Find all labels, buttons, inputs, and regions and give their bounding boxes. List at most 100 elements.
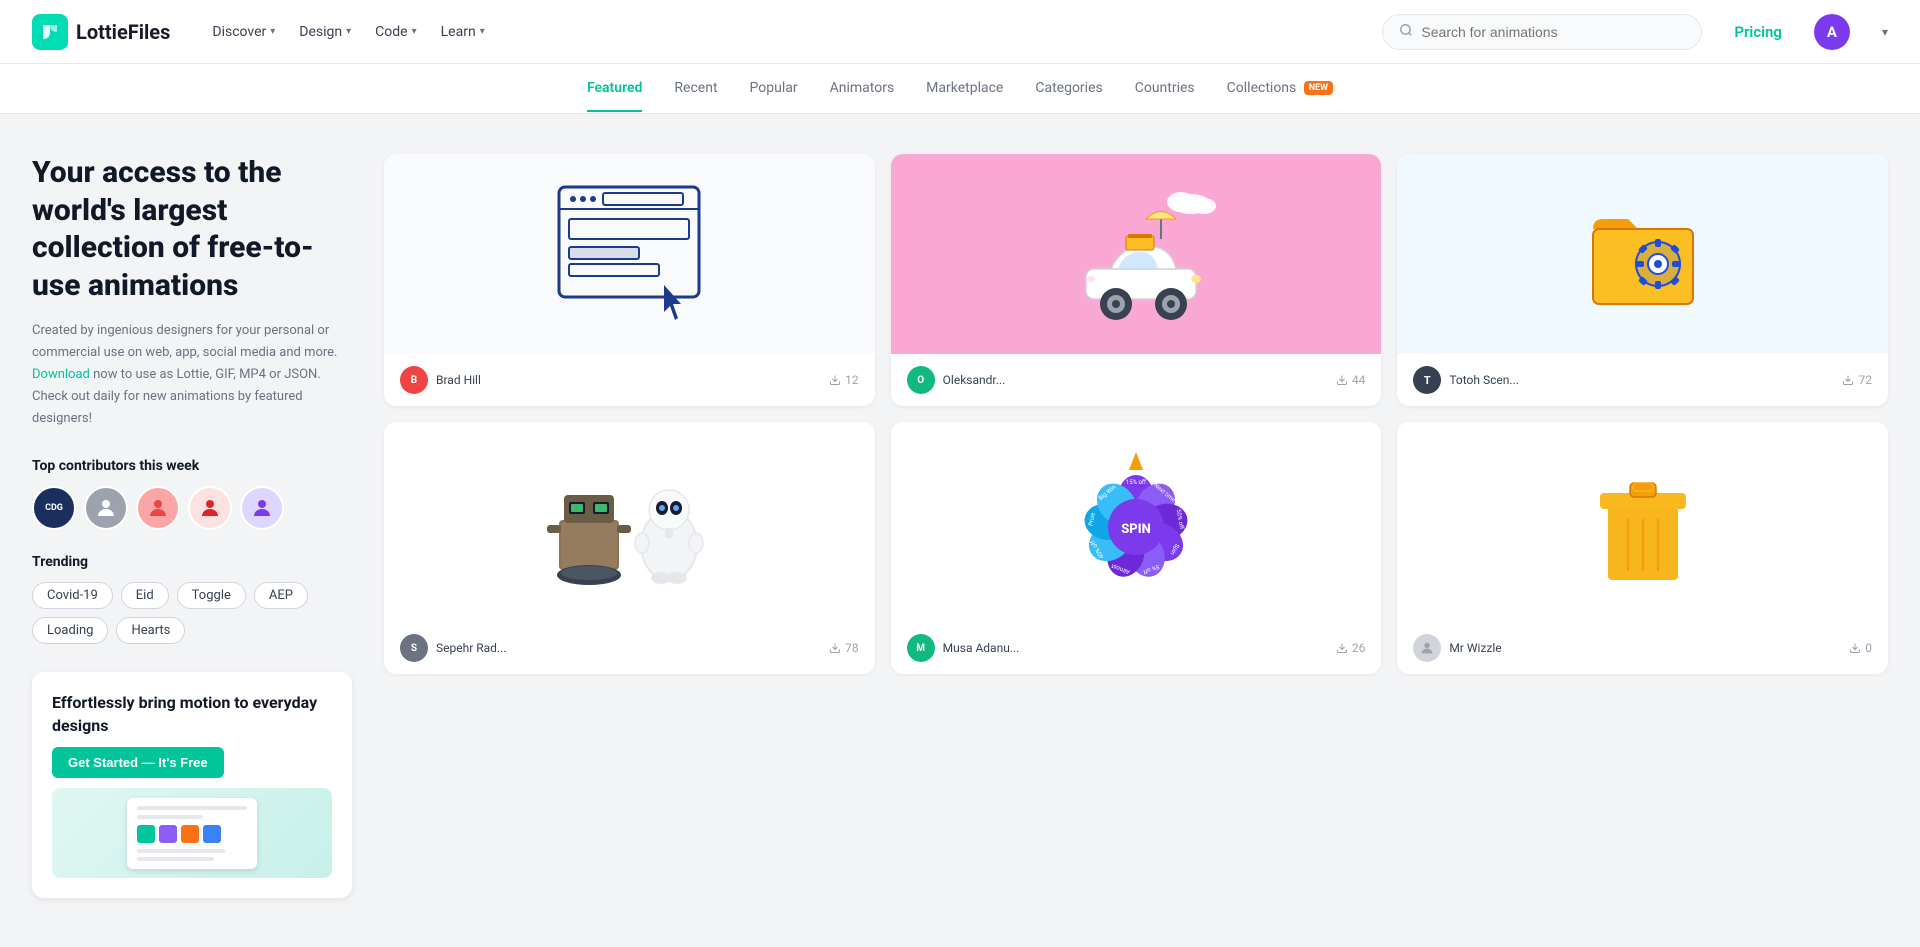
author-name-6: Mr Wizzle	[1449, 641, 1501, 655]
author-avatar-3: T	[1413, 366, 1441, 394]
design-chevron-icon: ▾	[346, 26, 351, 37]
animation-preview-1	[384, 154, 875, 354]
animation-card-6[interactable]: Mr Wizzle 0	[1397, 422, 1888, 674]
animation-card-3[interactable]: T Totoh Scen... 72	[1397, 154, 1888, 406]
download-count-6: 0	[1849, 641, 1872, 655]
tag-eid[interactable]: Eid	[121, 582, 169, 609]
tag-covid19[interactable]: Covid-19	[32, 582, 113, 609]
hero-title: Your access to the world's largest colle…	[32, 154, 352, 304]
svg-text:15% off: 15% off	[1126, 479, 1147, 486]
contributor-avatar-1[interactable]: CDG	[32, 486, 76, 530]
animation-footer-5: M Musa Adanu... 26	[891, 622, 1382, 674]
sub-nav: Featured Recent Popular Animators Market…	[0, 64, 1920, 114]
tags-row: Covid-19 Eid Toggle AEP Loading Hearts	[32, 582, 352, 644]
author-area-3: T Totoh Scen...	[1413, 366, 1519, 394]
download-count-3: 72	[1842, 373, 1872, 387]
main-nav: Discover ▾ Design ▾ Code ▾ Learn ▾	[202, 18, 1350, 46]
subnav-categories[interactable]: Categories	[1035, 66, 1102, 112]
left-panel: Your access to the world's largest colle…	[32, 154, 352, 898]
discover-chevron-icon: ▾	[270, 26, 275, 37]
animation-card-5[interactable]: SPIN 15% off Next time 50% off Spin 5% o…	[891, 422, 1382, 674]
author-name-4: Sepehr Rad...	[436, 641, 506, 655]
tag-hearts[interactable]: Hearts	[116, 617, 185, 644]
header: LottieFiles Discover ▾ Design ▾ Code ▾ L…	[0, 0, 1920, 64]
animation-preview-6	[1397, 422, 1888, 622]
download-link[interactable]: Download	[32, 367, 90, 382]
subnav-animators[interactable]: Animators	[830, 66, 895, 112]
nav-discover[interactable]: Discover ▾	[202, 18, 285, 46]
search-input[interactable]	[1421, 24, 1685, 40]
author-avatar-1: B	[400, 366, 428, 394]
promo-cta-button[interactable]: Get Started — It's Free	[52, 747, 224, 778]
logo-icon	[32, 14, 68, 50]
animation-preview-4	[384, 422, 875, 622]
pricing-link[interactable]: Pricing	[1734, 23, 1782, 41]
hero-description: Created by ingenious designers for your …	[32, 320, 352, 430]
tag-loading[interactable]: Loading	[32, 617, 108, 644]
animation-card-4[interactable]: S Sepehr Rad... 78	[384, 422, 875, 674]
logo[interactable]: LottieFiles	[32, 14, 170, 50]
contributor-avatar-4[interactable]	[188, 486, 232, 530]
promo-title: Effortlessly bring motion to everyday de…	[52, 692, 332, 737]
search-icon	[1399, 23, 1413, 41]
download-count-2: 44	[1336, 373, 1366, 387]
tag-aep[interactable]: AEP	[254, 582, 308, 609]
download-count-5: 26	[1336, 641, 1366, 655]
animation-card-2[interactable]: O Oleksandr... 44	[891, 154, 1382, 406]
author-name-3: Totoh Scen...	[1449, 373, 1519, 387]
search-bar[interactable]	[1382, 14, 1702, 50]
animation-footer-4: S Sepehr Rad... 78	[384, 622, 875, 674]
animation-preview-2	[891, 154, 1382, 354]
animation-preview-5: SPIN 15% off Next time 50% off Spin 5% o…	[891, 422, 1382, 622]
author-area-4: S Sepehr Rad...	[400, 634, 506, 662]
author-avatar-4: S	[400, 634, 428, 662]
author-name-1: Brad Hill	[436, 373, 481, 387]
author-name-2: Oleksandr...	[943, 373, 1006, 387]
main-content: Your access to the world's largest colle…	[0, 114, 1920, 938]
avatars-row: CDG	[32, 486, 352, 530]
trending-label: Trending	[32, 554, 352, 570]
download-count-1: 12	[829, 373, 859, 387]
promo-card: Effortlessly bring motion to everyday de…	[32, 672, 352, 898]
animation-footer-6: Mr Wizzle 0	[1397, 622, 1888, 674]
animation-preview-3	[1397, 154, 1888, 354]
author-name-5: Musa Adanu...	[943, 641, 1020, 655]
author-avatar-5: M	[907, 634, 935, 662]
contributors-section: Top contributors this week CDG	[32, 458, 352, 530]
subnav-marketplace[interactable]: Marketplace	[926, 66, 1003, 112]
author-area-1: B Brad Hill	[400, 366, 481, 394]
subnav-collections[interactable]: Collections NEW	[1227, 66, 1333, 112]
author-area-5: M Musa Adanu...	[907, 634, 1020, 662]
user-avatar[interactable]: A	[1814, 14, 1850, 50]
author-avatar-6	[1413, 634, 1441, 662]
contributor-avatar-5[interactable]	[240, 486, 284, 530]
animation-grid: B Brad Hill 12	[384, 154, 1888, 898]
user-chevron-icon[interactable]: ▾	[1882, 25, 1888, 39]
collections-new-badge: NEW	[1304, 81, 1333, 95]
contributors-label: Top contributors this week	[32, 458, 352, 474]
learn-chevron-icon: ▾	[480, 26, 485, 37]
contributor-avatar-2[interactable]	[84, 486, 128, 530]
svg-text:SPIN: SPIN	[1121, 522, 1151, 537]
tag-toggle[interactable]: Toggle	[177, 582, 246, 609]
logo-text: LottieFiles	[76, 20, 170, 44]
trending-section: Trending Covid-19 Eid Toggle AEP Loading…	[32, 554, 352, 644]
subnav-recent[interactable]: Recent	[674, 66, 717, 112]
contributor-avatar-3[interactable]	[136, 486, 180, 530]
animation-card-1[interactable]: B Brad Hill 12	[384, 154, 875, 406]
code-chevron-icon: ▾	[412, 26, 417, 37]
animation-footer-3: T Totoh Scen... 72	[1397, 354, 1888, 406]
download-count-4: 78	[829, 641, 859, 655]
animation-footer-2: O Oleksandr... 44	[891, 354, 1382, 406]
subnav-countries[interactable]: Countries	[1135, 66, 1195, 112]
animation-footer-1: B Brad Hill 12	[384, 354, 875, 406]
author-avatar-2: O	[907, 366, 935, 394]
author-area-6: Mr Wizzle	[1413, 634, 1501, 662]
nav-design[interactable]: Design ▾	[289, 18, 361, 46]
nav-code[interactable]: Code ▾	[365, 18, 426, 46]
author-area-2: O Oleksandr...	[907, 366, 1006, 394]
nav-learn[interactable]: Learn ▾	[431, 18, 495, 46]
subnav-popular[interactable]: Popular	[750, 66, 798, 112]
subnav-featured[interactable]: Featured	[587, 66, 642, 112]
promo-mockup	[52, 788, 332, 878]
